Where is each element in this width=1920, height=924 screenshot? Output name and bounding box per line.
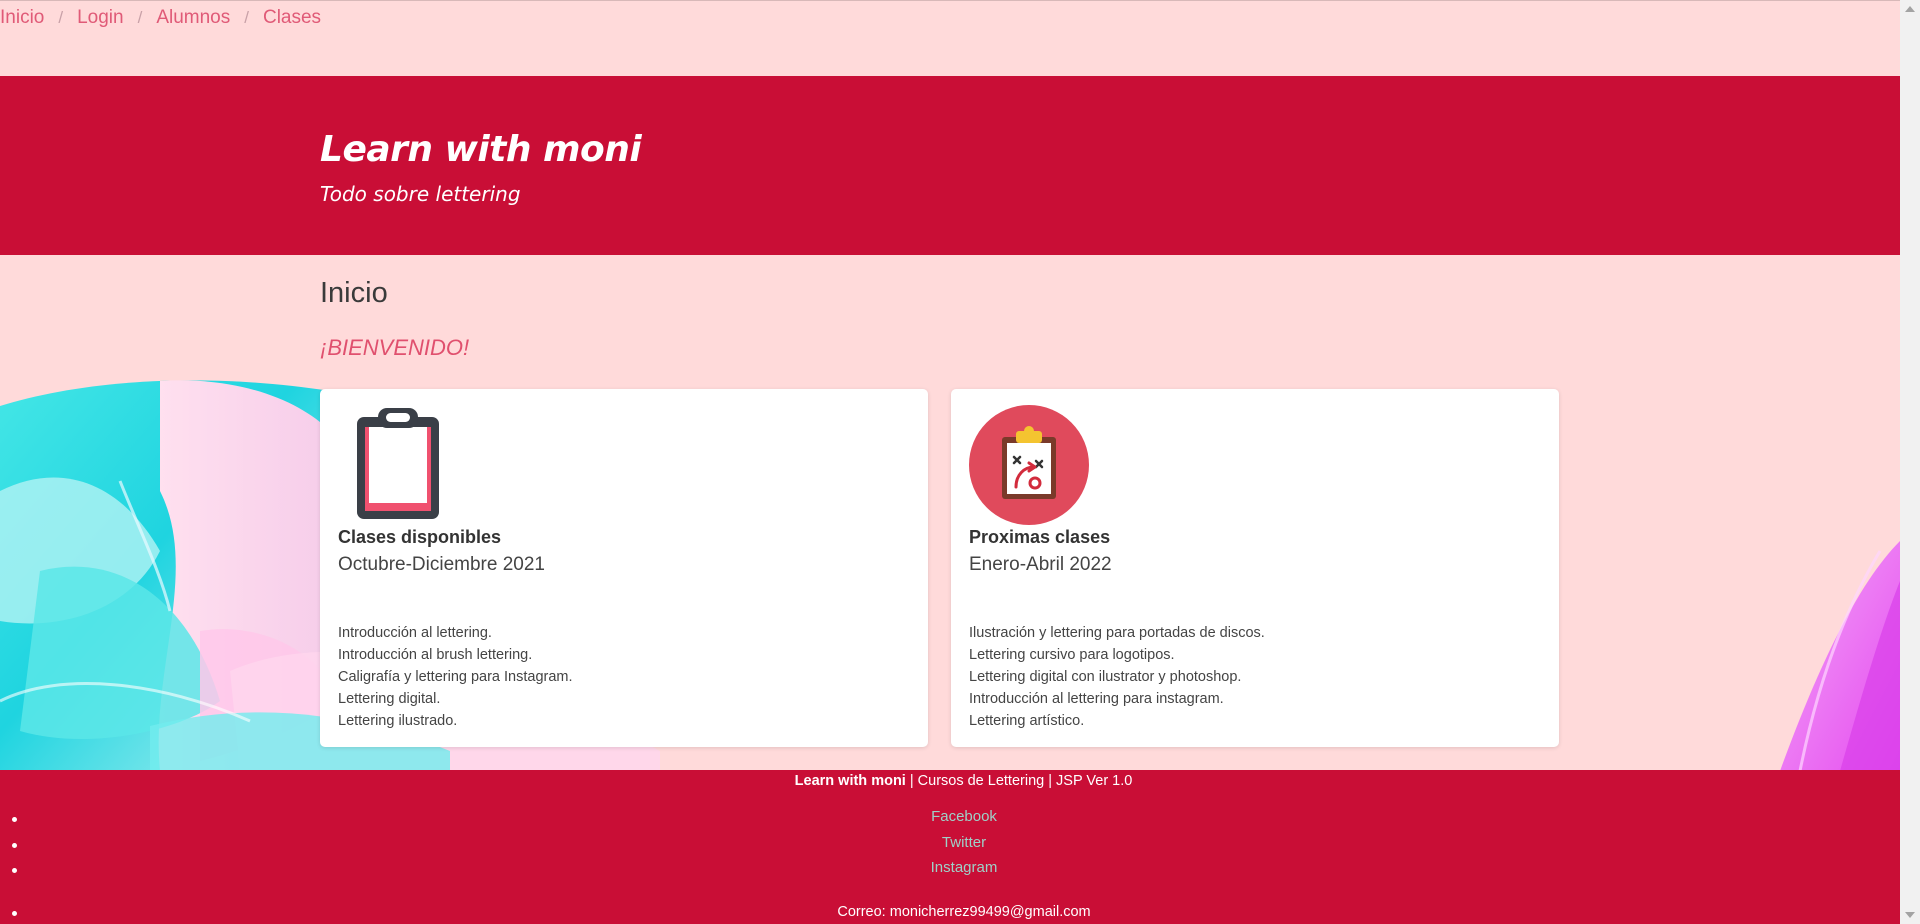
social-links: Facebook Twitter Instagram xyxy=(0,808,1900,885)
card-title: Proximas clases xyxy=(969,527,1111,547)
list-item: Introducción al brush lettering. xyxy=(338,647,533,663)
class-list: Introducción al lettering. Introducción … xyxy=(338,622,573,732)
list-item: Facebook xyxy=(0,808,1900,834)
instagram-link[interactable]: Instagram xyxy=(931,859,998,876)
facebook-link[interactable]: Facebook xyxy=(931,808,997,825)
list-item: Introducción al lettering. xyxy=(338,625,492,641)
list-item: Caligrafía y lettering para Instagram. xyxy=(338,669,573,685)
list-item: Twitter xyxy=(0,834,1900,860)
footer-email: Correo: monicherrez99499@gmail.com xyxy=(0,904,1900,920)
breadcrumb-alumnos[interactable]: Alumnos xyxy=(156,7,230,29)
footer-tagline: | Cursos de Lettering | JSP Ver 1.0 xyxy=(905,773,1133,789)
site-footer: Learn with moni | Cursos de Lettering | … xyxy=(0,770,1900,924)
breadcrumb-separator: / xyxy=(244,8,249,27)
list-item: Introducción al lettering para instagram… xyxy=(969,691,1224,707)
page-heading: Inicio xyxy=(320,277,388,309)
site-subtitle: Todo sobre lettering xyxy=(320,182,521,206)
list-item: Lettering cursivo para logotipos. xyxy=(969,647,1175,663)
card-title: Clases disponibles xyxy=(338,527,502,547)
list-item: Ilustración y lettering para portadas de… xyxy=(969,625,1265,641)
card-upcoming-classes: Proximas clases Enero-Abril 2022 Ilustra… xyxy=(951,389,1559,747)
footer-brand: Learn with moni xyxy=(794,773,906,789)
welcome-message: ¡BIENVENIDO! xyxy=(320,335,470,360)
class-list: Ilustración y lettering para portadas de… xyxy=(969,622,1265,732)
breadcrumb-separator: / xyxy=(58,8,64,27)
bullet-icon xyxy=(12,842,17,848)
list-item: Lettering digital. xyxy=(338,691,441,707)
breadcrumb-inicio[interactable]: Inicio xyxy=(0,7,44,29)
footer-email-text: Correo: monicherrez99499@gmail.com xyxy=(837,904,1091,920)
site-title: Learn with moni xyxy=(320,129,642,170)
decorative-background-right xyxy=(1780,541,1900,771)
card-available-classes: Clases disponibles Octubre-Diciembre 202… xyxy=(320,389,928,747)
bullet-icon xyxy=(12,817,17,822)
clipboard-icon xyxy=(357,408,439,519)
scroll-down-arrow-icon[interactable] xyxy=(1905,912,1915,918)
card-subtitle: Enero-Abril 2022 xyxy=(969,554,1112,575)
breadcrumb-separator: / xyxy=(137,8,143,27)
footer-credit: Learn with moni | Cursos de Lettering | … xyxy=(0,773,1900,789)
scroll-up-arrow-icon[interactable] xyxy=(1905,6,1915,12)
page: Inicio / Login / Alumnos / Clases Learn … xyxy=(0,0,1900,924)
strategy-clipboard-icon xyxy=(969,405,1089,525)
card-subtitle: Octubre-Diciembre 2021 xyxy=(338,554,545,575)
site-header: Learn with moni Todo sobre lettering xyxy=(0,76,1900,255)
list-item: Instagram xyxy=(0,859,1900,885)
breadcrumb-clases[interactable]: Clases xyxy=(263,7,321,29)
breadcrumb: Inicio / Login / Alumnos / Clases xyxy=(0,7,321,29)
twitter-link[interactable]: Twitter xyxy=(942,834,986,851)
bullet-icon xyxy=(12,868,17,873)
list-item: Lettering ilustrado. xyxy=(338,713,458,729)
vertical-scrollbar[interactable] xyxy=(1900,0,1920,924)
list-item: Lettering digital con ilustrator y photo… xyxy=(969,669,1242,685)
list-item: Lettering artístico. xyxy=(969,713,1085,729)
breadcrumb-login[interactable]: Login xyxy=(77,7,124,29)
